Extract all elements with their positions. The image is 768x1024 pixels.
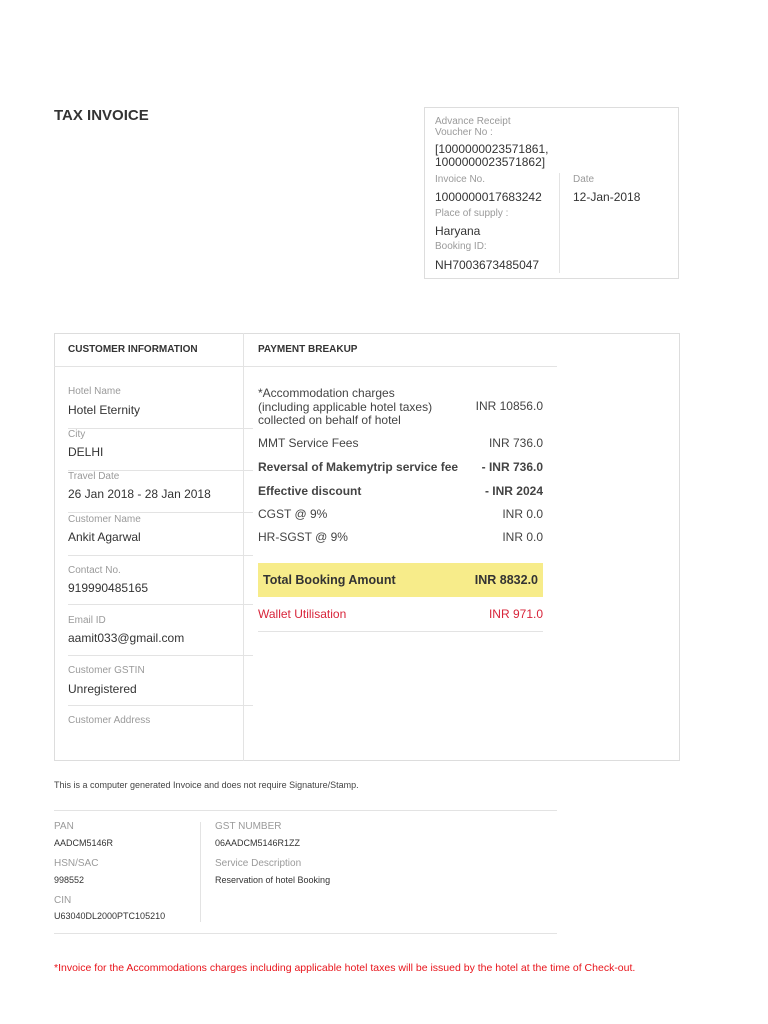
invoice-label: Invoice No. <box>435 174 486 185</box>
voucher-line1: [1000000023571861, <box>435 142 549 156</box>
payment-row: CGST @ 9% INR 0.0 <box>258 507 543 521</box>
field-value: DELHI <box>68 445 104 459</box>
row-amount: - INR 736.0 <box>481 460 543 474</box>
total-amount: INR 8832.0 <box>474 573 538 587</box>
field-label: Customer Address <box>68 715 151 726</box>
cin-value: U63040DL2000PTC105210 <box>54 911 166 921</box>
accommodation-amount: INR 10856.0 <box>475 399 543 413</box>
row-amount: INR 0.0 <box>502 507 543 521</box>
payment-heading: PAYMENT BREAKUP <box>258 344 358 355</box>
field-label: Customer Name <box>68 514 141 525</box>
field-label: Email ID <box>68 615 106 626</box>
gst-value: 06AADCM5146R1ZZ <box>215 838 301 848</box>
service-value: Reservation of hotel Booking <box>215 875 331 885</box>
pan-label: PAN <box>54 821 74 832</box>
total-label: Total Booking Amount <box>263 573 396 587</box>
voucher-label: Advance Receipt Voucher No : <box>435 116 511 138</box>
accommodation-row: *Accommodation charges (including applic… <box>258 386 543 428</box>
total-row: Total Booking Amount INR 8832.0 <box>258 563 543 597</box>
row-label: Reversal of Makemytrip service fee <box>258 460 459 474</box>
payment-row: HR-SGST @ 9% INR 0.0 <box>258 530 543 544</box>
footer-note: *Invoice for the Accommodations charges … <box>54 962 636 974</box>
date-label: Date <box>573 174 595 185</box>
hsn-label: HSN/SAC <box>54 858 99 869</box>
field-label: Hotel Name <box>68 386 121 397</box>
row-label: Effective discount <box>258 484 362 498</box>
field-label: Contact No. <box>68 565 121 576</box>
field-value: aamit033@gmail.com <box>68 631 185 645</box>
service-label: Service Description <box>215 858 302 869</box>
receipt-box: Advance Receipt Voucher No : [1000000023… <box>424 107 679 279</box>
supply-value: Haryana <box>435 224 481 238</box>
payment-row: Reversal of Makemytrip service fee - INR… <box>258 460 543 474</box>
computer-generated-note: This is a computer generated Invoice and… <box>54 780 359 790</box>
wallet-row: Wallet Utilisation INR 971.0 <box>258 607 543 621</box>
accommodation-label: collected on behalf of hotel <box>258 413 401 427</box>
field-label: City <box>68 429 86 440</box>
row-amount: - INR 2024 <box>484 484 543 498</box>
payment-row: MMT Service Fees INR 736.0 <box>258 436 543 450</box>
booking-label: Booking ID: <box>435 241 487 252</box>
pan-value: AADCM5146R <box>54 838 114 848</box>
row-label: MMT Service Fees <box>258 436 359 450</box>
date-value: 12-Jan-2018 <box>573 190 641 204</box>
hsn-value: 998552 <box>54 875 85 885</box>
field-value: 919990485165 <box>68 581 149 595</box>
payment-row: Effective discount - INR 2024 <box>258 484 543 498</box>
invoice-value: 1000000017683242 <box>435 190 542 204</box>
customer-heading: CUSTOMER INFORMATION <box>68 344 198 355</box>
page-title: TAX INVOICE <box>54 107 149 124</box>
field-label: Travel Date <box>68 471 120 482</box>
row-amount: INR 0.0 <box>502 530 543 544</box>
field-label: Customer GSTIN <box>68 665 145 676</box>
field-value: Unregistered <box>68 682 137 696</box>
field-value: Hotel Eternity <box>68 403 141 417</box>
cin-label: CIN <box>54 895 72 906</box>
wallet-label: Wallet Utilisation <box>258 607 347 621</box>
field-value: 26 Jan 2018 - 28 Jan 2018 <box>68 487 211 501</box>
supply-label: Place of supply : <box>435 208 509 219</box>
field-value: Ankit Agarwal <box>68 530 141 544</box>
row-amount: INR 736.0 <box>488 436 543 450</box>
row-label: HR-SGST @ 9% <box>258 530 348 544</box>
wallet-amount: INR 971.0 <box>488 607 543 621</box>
gst-label: GST NUMBER <box>215 821 282 832</box>
row-label: CGST @ 9% <box>258 507 328 521</box>
voucher-line2: 1000000023571862] <box>435 155 546 169</box>
booking-value: NH7003673485047 <box>435 258 540 272</box>
